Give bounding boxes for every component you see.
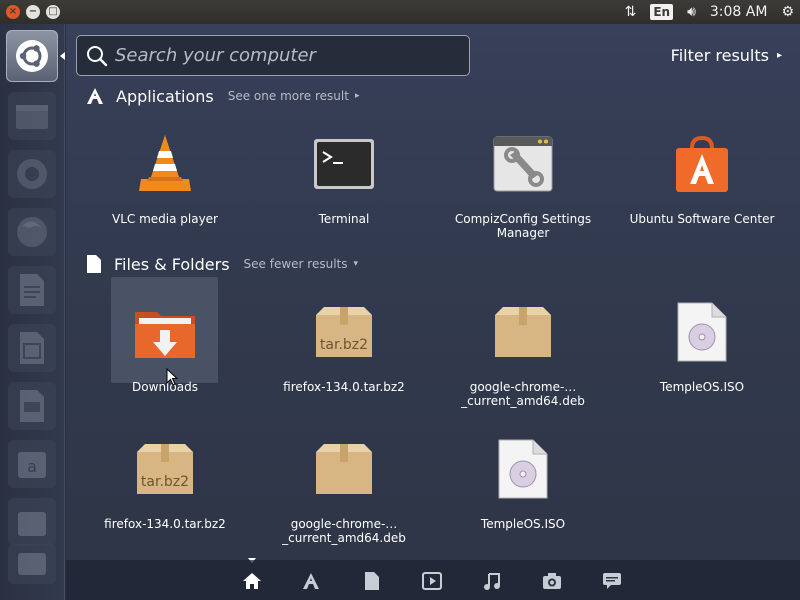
file-label: Downloads (132, 380, 198, 394)
volume-icon[interactable]: 🔊︎ (687, 4, 696, 20)
files-category-icon (87, 255, 101, 273)
app-item-terminal[interactable]: Terminal (269, 132, 419, 252)
dash-home-button[interactable] (6, 30, 58, 82)
applications-title: Applications (116, 86, 214, 106)
app-item-software-center[interactable]: Ubuntu Software Center (627, 132, 777, 252)
app-label: Terminal (318, 212, 370, 226)
launcher-active-pip (60, 52, 65, 60)
video-lens-icon[interactable] (421, 570, 443, 592)
social-lens-icon[interactable] (601, 570, 623, 592)
app-label: CompizConfig Settings Manager (454, 212, 592, 240)
disc-image-icon (670, 300, 734, 364)
search-box[interactable] (76, 35, 470, 76)
app-label: Ubuntu Software Center (629, 212, 775, 226)
vlc-icon (133, 132, 197, 196)
search-input[interactable] (115, 45, 455, 66)
see-fewer-files-link[interactable]: See fewer results (244, 257, 348, 271)
ubuntu-logo-icon (16, 40, 48, 72)
see-more-applications-link[interactable]: See one more result (228, 89, 349, 103)
amazon-launcher-icon[interactable]: a (8, 440, 56, 488)
package-icon (491, 300, 555, 364)
see-more-arrow-icon: ▸ (354, 91, 360, 101)
minimize-window-button[interactable]: − (26, 5, 40, 19)
filter-arrow-icon: ▸ (776, 50, 782, 61)
firefox-launcher-icon[interactable] (8, 208, 56, 256)
search-icon (87, 45, 108, 66)
top-panel: × − □ ⇅ En 🔊︎ 3:08 AM ⚙ (0, 0, 800, 24)
clock[interactable]: 3:08 AM (710, 4, 768, 20)
file-label: google-chrome-…_current_amd64.deb (282, 517, 406, 545)
calc-launcher-icon[interactable] (8, 324, 56, 372)
photo-lens-icon[interactable] (541, 570, 563, 592)
home-lens-icon[interactable] (241, 570, 263, 592)
files-category-header: Files & Folders See fewer results ▾ (86, 253, 358, 275)
launcher: a (0, 24, 65, 600)
disc-image-icon (491, 437, 555, 501)
network-arrows-icon[interactable]: ⇅ (625, 4, 637, 20)
file-label: TempleOS.ISO (480, 517, 566, 531)
app-item-vlc[interactable]: VLC media player (90, 132, 240, 252)
downloads-folder-icon (133, 300, 197, 364)
files-title: Files & Folders (114, 254, 230, 274)
applications-category-icon (87, 88, 103, 104)
impress-launcher-icon[interactable] (8, 382, 56, 430)
filter-results-label: Filter results (670, 46, 769, 65)
writer-launcher-icon[interactable] (8, 266, 56, 314)
music-lens-icon[interactable] (481, 570, 503, 592)
file-item-chrome-deb[interactable]: google-chrome-…_current_amd64.deb (448, 300, 598, 420)
software-center-launcher-icon[interactable] (8, 498, 56, 546)
app-item-compizconfig[interactable]: CompizConfig Settings Manager (448, 132, 598, 252)
archive-icon: tar.bz2 (312, 300, 376, 364)
file-item-downloads[interactable]: Downloads (90, 300, 240, 420)
indicator-area: ⇅ En 🔊︎ 3:08 AM ⚙ (625, 0, 794, 24)
file-label: TempleOS.ISO (659, 380, 745, 394)
files-lens-icon[interactable] (361, 570, 383, 592)
see-fewer-arrow-icon: ▾ (353, 259, 359, 269)
file-item-firefox-archive[interactable]: tar.bz2 firefox-134.0.tar.bz2 (269, 300, 419, 420)
settings-launcher-icon[interactable] (8, 544, 56, 584)
app-label: VLC media player (111, 212, 218, 226)
browser-launcher-icon[interactable] (8, 150, 56, 198)
files-launcher-icon[interactable] (8, 92, 56, 140)
filter-results-button[interactable]: Filter results ▸ (671, 46, 782, 65)
package-icon (312, 437, 376, 501)
power-gear-icon[interactable]: ⚙ (781, 4, 794, 20)
file-item-chrome-deb-2[interactable]: google-chrome-…_current_amd64.deb (269, 437, 419, 557)
file-label: google-chrome-…_current_amd64.deb (461, 380, 585, 408)
archive-icon: tar.bz2 (133, 437, 197, 501)
applications-lens-icon[interactable] (300, 570, 322, 592)
file-label: firefox-134.0.tar.bz2 (104, 517, 226, 531)
keyboard-language-indicator[interactable]: En (650, 4, 674, 20)
archive-badge: tar.bz2 (141, 474, 189, 490)
lens-bar (66, 560, 800, 600)
file-label: firefox-134.0.tar.bz2 (283, 380, 405, 394)
close-window-button[interactable]: × (6, 5, 20, 19)
software-center-icon (670, 132, 734, 196)
terminal-icon (312, 132, 376, 196)
maximize-window-button[interactable]: □ (46, 5, 60, 19)
compizconfig-icon (491, 132, 555, 196)
mouse-cursor-icon (166, 368, 178, 386)
file-item-templeos-iso-2[interactable]: TempleOS.ISO (448, 437, 598, 557)
file-item-templeos-iso[interactable]: TempleOS.ISO (627, 300, 777, 420)
file-item-firefox-archive-2[interactable]: tar.bz2 firefox-134.0.tar.bz2 (90, 437, 240, 557)
archive-badge: tar.bz2 (320, 337, 368, 353)
dash: Filter results ▸ Applications See one mo… (66, 24, 800, 600)
svg-text:a: a (27, 457, 37, 476)
applications-category-header: Applications See one more result ▸ (86, 85, 359, 107)
